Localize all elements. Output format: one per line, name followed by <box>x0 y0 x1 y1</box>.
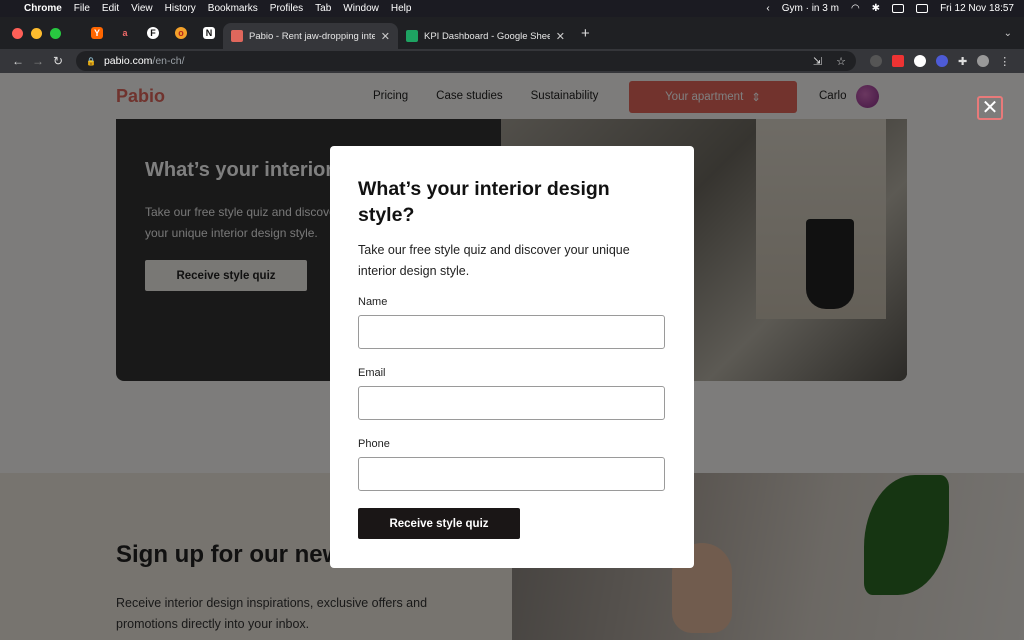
browser-tab-bar: Y a F o N Pabio - Rent jaw-dropping inte… <box>0 17 1024 49</box>
battery-icon[interactable] <box>892 4 905 13</box>
modal-title: What’s your interior design style? <box>358 178 610 226</box>
control-center-icon[interactable] <box>916 4 929 13</box>
address-bar[interactable]: 🔒 pabio.com/en-ch/ ⇲ ☆ <box>76 51 856 71</box>
tab-title: KPI Dashboard - Google Sheets <box>424 30 550 42</box>
tab-title: Pabio - Rent jaw-dropping inter <box>249 30 375 42</box>
email-field[interactable] <box>358 386 665 420</box>
menu-bookmarks[interactable]: Bookmarks <box>208 3 258 14</box>
menu-edit[interactable]: Edit <box>102 3 119 14</box>
more-menu-icon[interactable]: ⋮ <box>999 55 1010 68</box>
close-tab-icon[interactable]: ✕ <box>556 30 565 43</box>
pabio-favicon-icon <box>231 30 243 42</box>
tab-kpi-dashboard[interactable]: KPI Dashboard - Google Sheets ✕ <box>398 23 573 49</box>
close-tab-icon[interactable]: ✕ <box>381 30 390 43</box>
menu-view[interactable]: View <box>131 3 153 14</box>
extensions-puzzle-icon[interactable]: ✚ <box>958 55 967 68</box>
asana-icon: a <box>122 28 128 38</box>
wifi-icon[interactable]: ◠ <box>851 3 860 14</box>
email-label: Email <box>358 367 386 379</box>
bookmark-star-icon[interactable]: ☆ <box>836 55 846 68</box>
tab-pabio[interactable]: Pabio - Rent jaw-dropping inter ✕ <box>223 23 398 49</box>
extension-icon[interactable] <box>892 55 904 67</box>
calendar-status[interactable]: Gym · in 3 m <box>782 3 839 14</box>
style-quiz-modal: What’s your interior design style? Take … <box>330 146 694 568</box>
ycombinator-icon: Y <box>91 27 103 39</box>
page-viewport: Pabio Pricing Case studies Sustainabilit… <box>0 73 1024 640</box>
phone-field[interactable] <box>358 457 665 491</box>
close-modal-button[interactable]: ✕ <box>977 96 1003 120</box>
notion-icon: N <box>203 27 215 39</box>
minimize-window-button[interactable] <box>31 27 42 39</box>
menu-window[interactable]: Window <box>343 3 379 14</box>
new-tab-button[interactable]: + <box>581 25 590 42</box>
pinned-tab-other[interactable]: o <box>167 21 195 45</box>
receive-style-quiz-button[interactable]: Receive style quiz <box>358 508 520 539</box>
url-host: pabio.com <box>103 55 153 67</box>
menu-history[interactable]: History <box>165 3 196 14</box>
extension-icon[interactable] <box>936 55 948 67</box>
lock-icon[interactable]: 🔒 <box>86 57 96 66</box>
pinned-tab-asana[interactable]: a <box>111 21 139 45</box>
tab-search-chevron-icon[interactable]: ⌄ <box>1004 28 1012 39</box>
menu-tab[interactable]: Tab <box>315 3 331 14</box>
zoom-window-button[interactable] <box>50 27 61 39</box>
pinned-tab-ycombinator[interactable]: Y <box>83 21 111 45</box>
chevron-left-icon[interactable]: ‹ <box>766 3 769 14</box>
pinned-tab-figma[interactable]: F <box>139 21 167 45</box>
close-window-button[interactable] <box>12 27 23 39</box>
extension-icon[interactable] <box>914 55 926 67</box>
install-app-icon[interactable]: ⇲ <box>813 55 822 68</box>
app-icon: o <box>175 27 187 39</box>
back-button[interactable]: ← <box>8 54 28 68</box>
forward-button[interactable]: → <box>28 54 48 68</box>
name-field[interactable] <box>358 315 665 349</box>
figma-icon: F <box>147 27 159 39</box>
sheets-favicon-icon <box>406 30 418 42</box>
modal-description: Take our free style quiz and discover yo… <box>358 243 630 278</box>
name-label: Name <box>358 296 388 308</box>
bluetooth-icon[interactable]: ✱ <box>872 3 880 14</box>
browser-toolbar: ← → ↻ 🔒 pabio.com/en-ch/ ⇲ ☆ ✚ ⋮ <box>0 49 1024 73</box>
menu-chrome[interactable]: Chrome <box>24 3 62 14</box>
phone-label: Phone <box>358 438 390 450</box>
menu-clock[interactable]: Fri 12 Nov 18:57 <box>940 3 1014 14</box>
menu-profiles[interactable]: Profiles <box>270 3 303 14</box>
mac-menu-bar: Chrome File Edit View History Bookmarks … <box>0 0 1024 17</box>
pinned-tab-notion[interactable]: N <box>195 21 223 45</box>
profile-avatar-icon[interactable] <box>977 55 990 67</box>
reload-button[interactable]: ↻ <box>48 54 68 68</box>
menu-file[interactable]: File <box>74 3 90 14</box>
close-icon: ✕ <box>981 97 999 119</box>
url-path: /en-ch/ <box>152 55 185 67</box>
dark-mode-extension-icon[interactable] <box>870 55 882 67</box>
menu-help[interactable]: Help <box>391 3 412 14</box>
